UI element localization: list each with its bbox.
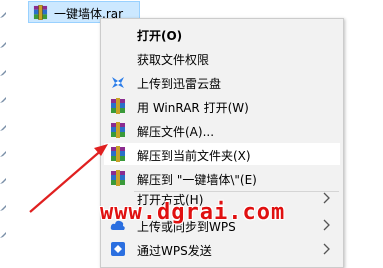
- pin-icon: [0, 70, 6, 76]
- menu-item-open[interactable]: 打开(O): [104, 23, 340, 45]
- menu-item-upload-xunlei[interactable]: 上传到迅雷云盘: [104, 71, 340, 93]
- pin-icon: [0, 42, 6, 48]
- watermark-text: www.dgrai.com: [100, 200, 286, 225]
- pin-icon: [0, 97, 6, 103]
- chevron-right-icon: [322, 243, 332, 255]
- pin-icon: [0, 12, 6, 18]
- pin-icon: [0, 205, 6, 211]
- pin-icon: [0, 232, 6, 238]
- chevron-right-icon: [322, 219, 332, 231]
- winrar-icon: [110, 146, 126, 162]
- winrar-icon: [110, 170, 126, 186]
- menu-item-send-wps[interactable]: 通过WPS发送: [104, 238, 340, 260]
- menu-item-extract-files[interactable]: 解压文件(A)...: [104, 119, 340, 141]
- xunlei-bird-icon: [110, 74, 126, 90]
- chevron-right-icon: [322, 192, 332, 204]
- winrar-icon: [110, 122, 126, 138]
- pin-icon: [0, 125, 6, 131]
- context-menu: 打开(O) 获取文件权限 上传到迅雷云盘 用 WinRAR 打开(W) 解压文件…: [100, 18, 344, 268]
- menu-item-get-permission[interactable]: 获取文件权限: [104, 47, 340, 69]
- pin-icon: [0, 151, 6, 157]
- menu-item-extract-to-folder[interactable]: 解压到 "一键墙体\"(E): [104, 167, 340, 189]
- menu-item-open-winrar[interactable]: 用 WinRAR 打开(W): [104, 95, 340, 117]
- winrar-icon: [33, 4, 48, 21]
- menu-item-extract-here[interactable]: 解压到当前文件夹(X): [104, 143, 340, 165]
- wps-send-icon: [110, 241, 126, 257]
- winrar-icon: [110, 98, 126, 114]
- pin-icon: [0, 178, 6, 184]
